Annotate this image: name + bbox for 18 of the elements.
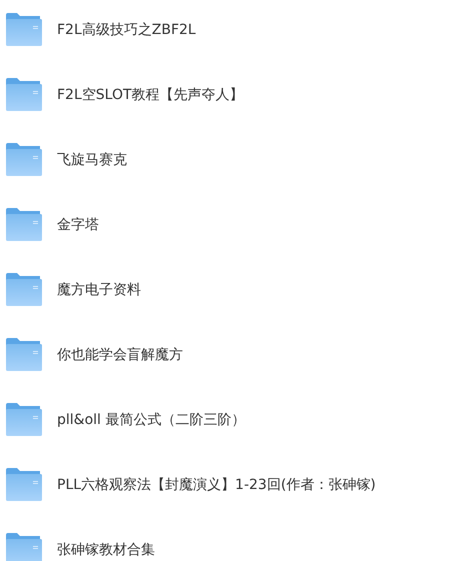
- folder-name[interactable]: PLL六格观察法【封魔演义】1-23回(作者：张砷镓): [57, 476, 376, 494]
- folder-name[interactable]: F2L高级技巧之ZBF2L: [57, 20, 196, 38]
- folder-icon[interactable]: [6, 13, 42, 46]
- folder-name[interactable]: F2L空SLOT教程【先声夺人】: [57, 86, 244, 104]
- folder-name[interactable]: 你也能学会盲解魔方: [57, 346, 183, 364]
- folder-icon[interactable]: [6, 468, 42, 501]
- folder-icon[interactable]: [6, 273, 42, 306]
- folder-name[interactable]: 金字塔: [57, 216, 99, 234]
- folder-icon[interactable]: [6, 208, 42, 241]
- folder-name[interactable]: pll&oll 最简公式（二阶三阶）: [57, 410, 246, 428]
- folder-name[interactable]: 飞旋马赛克: [57, 150, 127, 168]
- folder-name[interactable]: 魔方电子资料: [57, 280, 141, 298]
- folder-icon[interactable]: [6, 338, 42, 371]
- folder-icon[interactable]: [6, 403, 42, 436]
- folder-icon[interactable]: [6, 78, 42, 111]
- folder-name[interactable]: 张砷镓教材合集: [57, 540, 155, 558]
- folder-icon[interactable]: [6, 533, 42, 561]
- folder-icon[interactable]: [6, 143, 42, 176]
